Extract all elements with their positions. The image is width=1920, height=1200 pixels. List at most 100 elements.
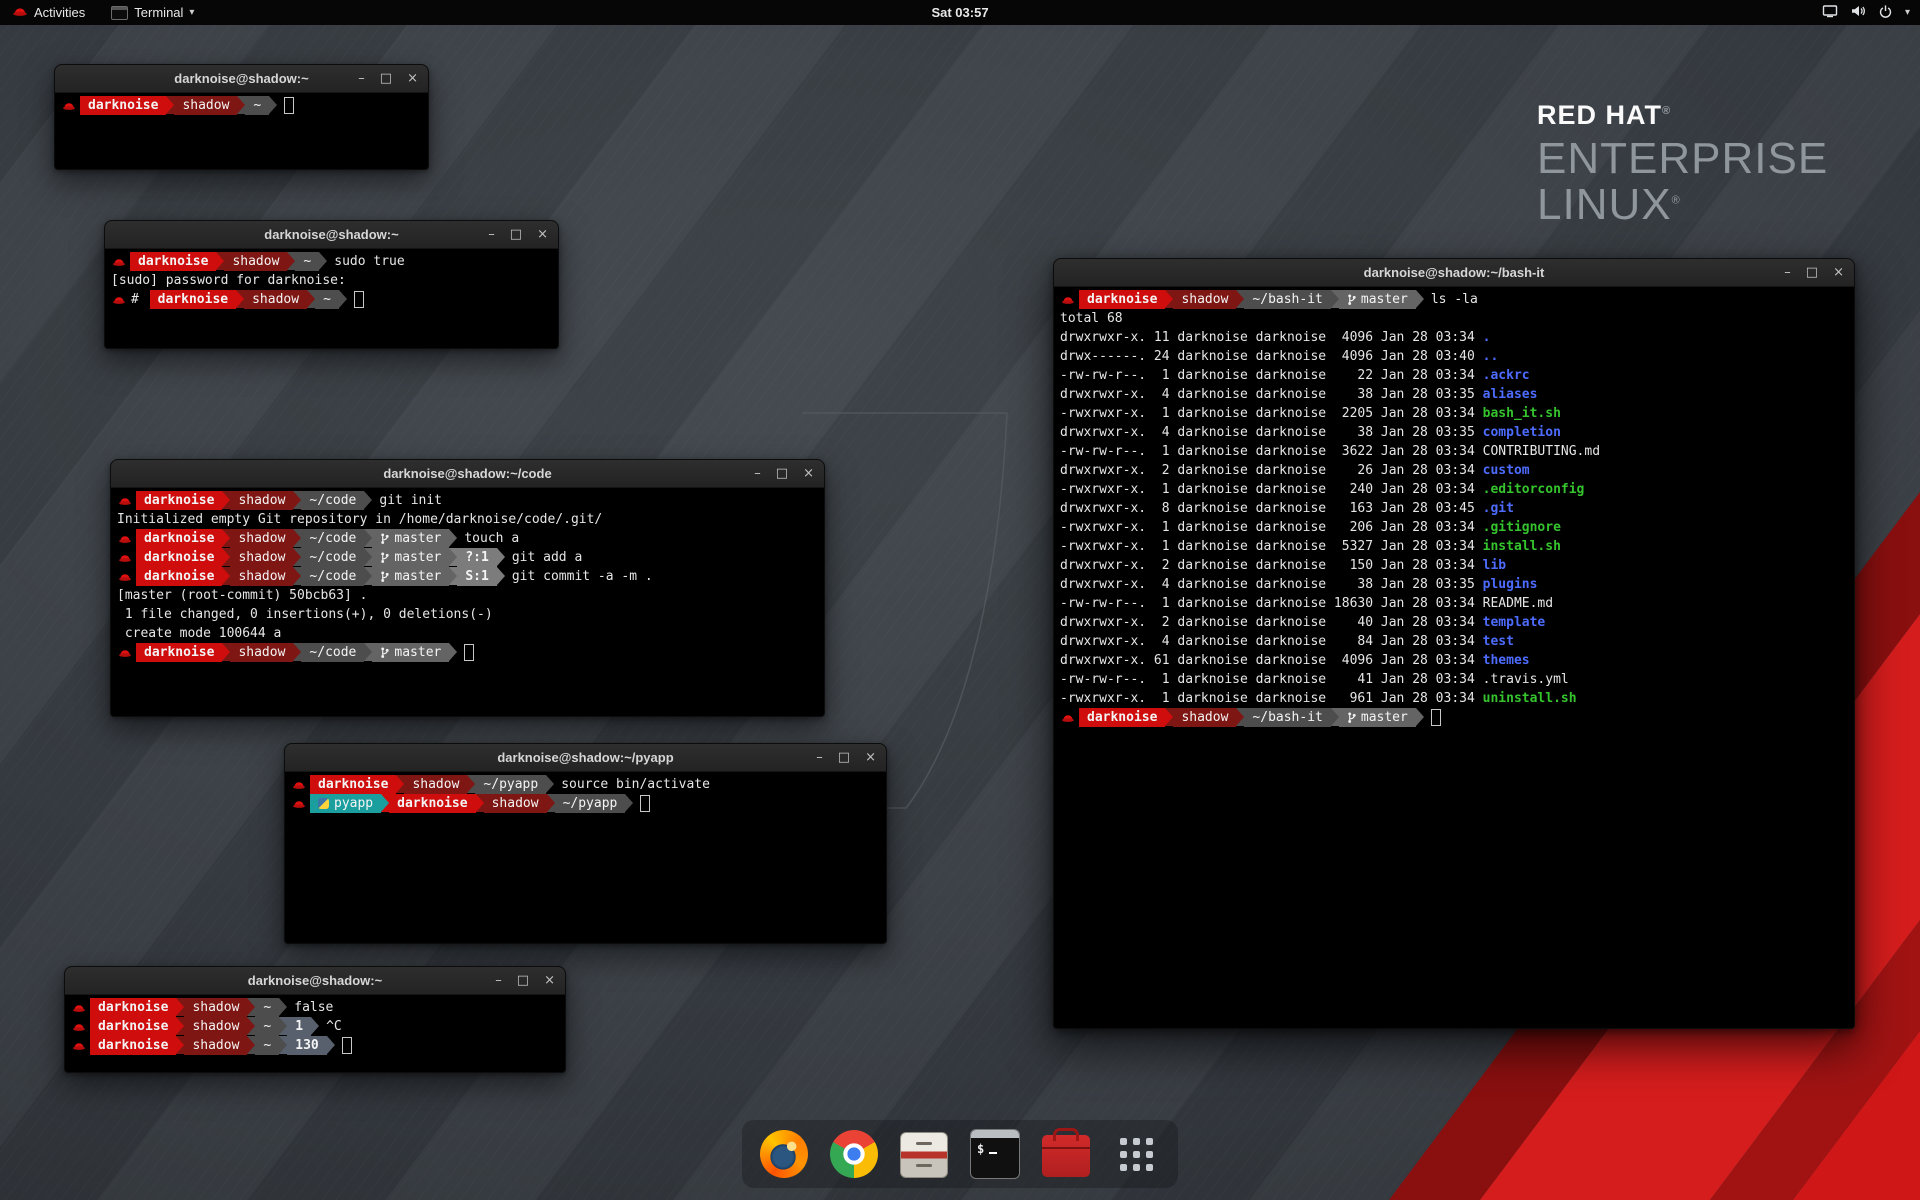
display-icon	[1822, 4, 1838, 21]
terminal-line: darknoiseshadow~/codemaster	[117, 643, 818, 662]
command-text: git add a	[512, 550, 582, 565]
maximize-button[interactable]: □	[380, 72, 392, 85]
prompt-segment-path: ~/pyapp	[555, 794, 626, 813]
clock[interactable]: Sat 03:57	[931, 5, 988, 20]
powerline-separator	[625, 794, 633, 812]
terminal-window-code[interactable]: darknoise@shadow:~/code–□×darknoiseshado…	[110, 459, 825, 717]
prompt-segment-path: ~	[245, 96, 269, 115]
minimize-button[interactable]: –	[1784, 266, 1791, 279]
maximize-button[interactable]: □	[517, 974, 529, 987]
files-icon[interactable]	[900, 1132, 948, 1178]
minimize-button[interactable]: –	[358, 72, 365, 85]
terminal-window-sudo[interactable]: darknoise@shadow:~–□×darknoiseshadow~sud…	[104, 220, 559, 349]
minimize-button[interactable]: –	[495, 974, 502, 987]
prompt-segment-user: darknoise	[130, 252, 216, 271]
terminal-body[interactable]: darknoiseshadow~/codegit initInitialized…	[111, 488, 824, 717]
prompt-segment-user: darknoise	[90, 1017, 176, 1036]
command-text: ^C	[326, 1019, 342, 1034]
redhat-prompt-icon	[117, 548, 136, 567]
terminal-line: pyappdarknoiseshadow~/pyapp	[291, 794, 880, 813]
powerline-separator	[293, 643, 301, 661]
minimize-button[interactable]: –	[488, 228, 495, 241]
window-titlebar[interactable]: darknoise@shadow:~/bash-it–□×	[1054, 259, 1854, 287]
output-text: drwxrwxr-x. 2 darknoise darknoise 40 Jan…	[1060, 615, 1483, 630]
block-cursor	[1431, 709, 1441, 726]
powerline-separator	[287, 252, 295, 270]
output-text: [master (root-commit) 50bcb63] .	[117, 588, 367, 603]
terminal-body[interactable]: darknoiseshadow~sudo true[sudo] password…	[105, 249, 558, 349]
terminal-body[interactable]: darknoiseshadow~/bash-itmasterls -latota…	[1054, 287, 1854, 1029]
window-titlebar[interactable]: darknoise@shadow:~–□×	[55, 65, 428, 93]
close-button[interactable]: ×	[803, 467, 814, 480]
powerline-separator	[467, 775, 475, 793]
terminal-line: drwxrwxr-x. 2 darknoise darknoise 26 Jan…	[1060, 461, 1848, 480]
close-button[interactable]: ×	[544, 974, 555, 987]
activities-label: Activities	[34, 5, 85, 20]
prompt-segment-host: shadow	[230, 567, 293, 586]
window-titlebar[interactable]: darknoise@shadow:~–□×	[105, 221, 558, 249]
maximize-button[interactable]: □	[510, 228, 522, 241]
powerline-separator	[1236, 290, 1244, 308]
terminal-window-pyapp[interactable]: darknoise@shadow:~/pyapp–□×darknoiseshad…	[284, 743, 887, 944]
maximize-button[interactable]: □	[776, 467, 788, 480]
window-titlebar[interactable]: darknoise@shadow:~– □ ×	[65, 967, 565, 995]
terminal-body[interactable]: darknoiseshadow~/pyappsource bin/activat…	[285, 772, 886, 944]
window-title: darknoise@shadow:~	[65, 967, 565, 994]
prompt-segment-user: darknoise	[90, 998, 176, 1017]
executable-name: .editorconfig	[1483, 482, 1585, 497]
block-cursor	[464, 644, 474, 661]
terminal-window-exit-codes[interactable]: darknoise@shadow:~–□×darknoiseshadow~fal…	[64, 966, 566, 1073]
terminal-body[interactable]: darknoiseshadow~falsedarknoiseshadow~1^C…	[65, 995, 565, 1073]
prompt-segment-stat: ?:1	[457, 548, 496, 567]
prompt-segment-host: shadow	[224, 252, 287, 271]
show-applications-icon[interactable]	[1112, 1130, 1160, 1178]
powerline-separator	[307, 290, 315, 308]
output-text: drwxrwxr-x. 4 darknoise darknoise 38 Jan…	[1060, 425, 1483, 440]
toolbox-icon[interactable]	[1042, 1135, 1090, 1177]
powerline-separator	[396, 775, 404, 793]
redhat-prompt-icon	[117, 567, 136, 586]
app-menu[interactable]: Terminal ▾	[107, 0, 198, 25]
powerline-separator	[236, 290, 244, 308]
close-button[interactable]: ×	[1833, 266, 1844, 279]
window-titlebar[interactable]: darknoise@shadow:~/pyapp–□×	[285, 744, 886, 772]
activities-button[interactable]: Activities	[8, 0, 89, 25]
terminal-window-bash-it[interactable]: darknoise@shadow:~/bash-it–□×darknoisesh…	[1053, 258, 1855, 1029]
terminal-line: -rw-rw-r--. 1 darknoise darknoise 22 Jan…	[1060, 366, 1848, 385]
minimize-button[interactable]: –	[754, 467, 761, 480]
output-text: -rw-rw-r--. 1 darknoise darknoise 22 Jan…	[1060, 368, 1483, 383]
powerline-separator	[216, 252, 224, 270]
command-text: git init	[379, 493, 442, 508]
system-status-area[interactable]: ▾	[1822, 4, 1920, 22]
firefox-icon[interactable]	[760, 1130, 808, 1178]
prompt-segment-host: shadow	[184, 1036, 247, 1055]
close-button[interactable]: ×	[865, 751, 876, 764]
terminal-line: darknoiseshadow~/bash-itmasterls -la	[1060, 290, 1848, 309]
directory-name: .	[1483, 330, 1491, 345]
output-text: .travis.yml	[1483, 672, 1569, 687]
directory-name: themes	[1483, 653, 1530, 668]
minimize-button[interactable]: –	[816, 751, 823, 764]
redhat-prompt-icon	[291, 775, 310, 794]
powerline-separator	[339, 290, 347, 308]
powerline-separator	[293, 548, 301, 566]
maximize-button[interactable]: □	[1806, 266, 1818, 279]
terminal-body[interactable]: darknoiseshadow~	[55, 93, 428, 170]
close-button[interactable]: ×	[407, 72, 418, 85]
powerline-separator	[364, 643, 372, 661]
powerline-separator	[176, 998, 184, 1016]
close-button[interactable]: ×	[537, 228, 548, 241]
window-titlebar[interactable]: darknoise@shadow:~/code–□×	[111, 460, 824, 488]
terminal-icon[interactable]: $	[970, 1129, 1020, 1179]
prompt-segment-path: ~/code	[301, 548, 364, 567]
powerline-separator	[247, 998, 255, 1016]
maximize-button[interactable]: □	[838, 751, 850, 764]
terminal-window-home-1[interactable]: darknoise@shadow:~–□×darknoiseshadow~	[54, 64, 429, 170]
window-controls: – □ ×	[488, 221, 548, 248]
terminal-line: -rwxrwxr-x. 1 darknoise darknoise 206 Ja…	[1060, 518, 1848, 537]
chrome-icon[interactable]	[830, 1130, 878, 1178]
output-text: -rw-rw-r--. 1 darknoise darknoise 3622 J…	[1060, 444, 1483, 459]
block-cursor	[640, 795, 650, 812]
powerline-separator	[364, 491, 372, 509]
output-text: -rwxrwxr-x. 1 darknoise darknoise 2205 J…	[1060, 406, 1483, 421]
